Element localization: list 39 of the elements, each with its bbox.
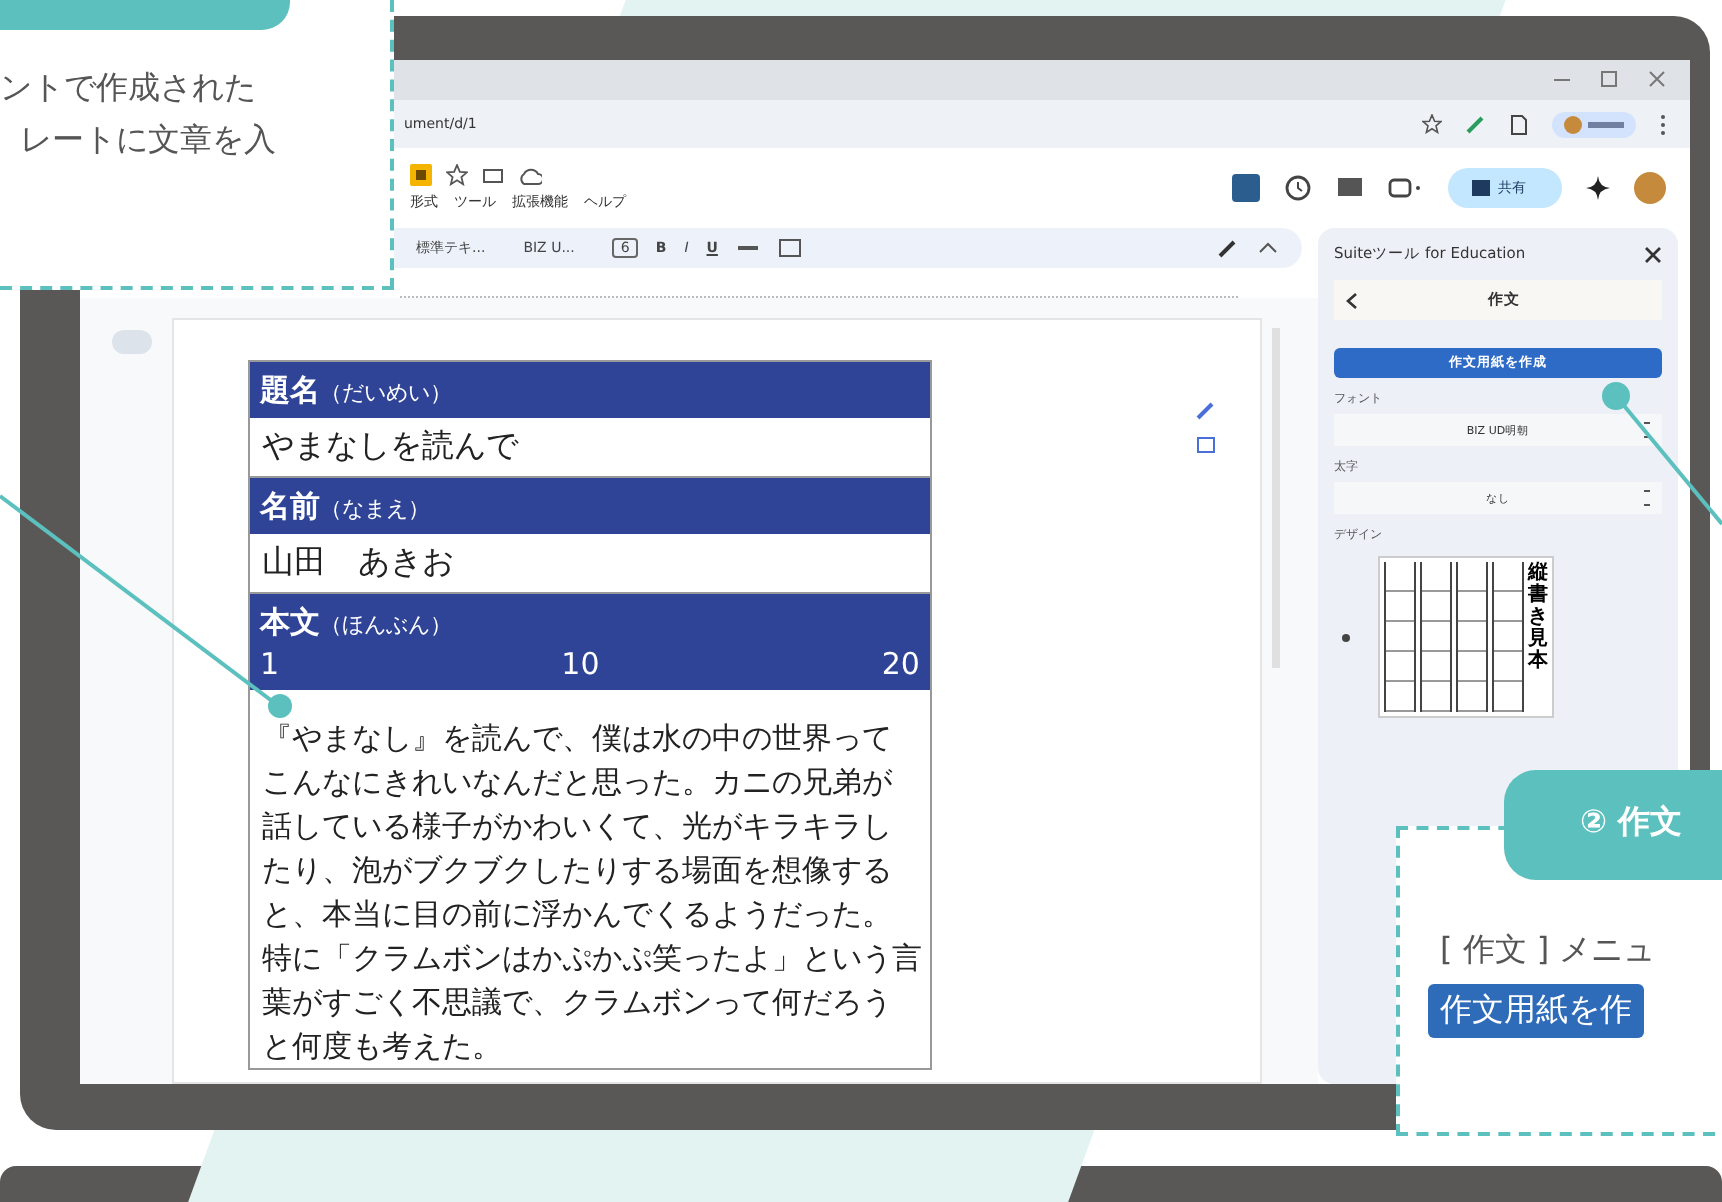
comment-icon[interactable] <box>1196 436 1216 456</box>
column-number: 1 <box>260 646 280 682</box>
sparkle-icon[interactable] <box>1586 176 1610 200</box>
collapse-icon[interactable] <box>1258 240 1278 256</box>
column-number: 10 <box>561 646 600 682</box>
leader-line <box>1602 382 1722 526</box>
kebab-menu-icon[interactable] <box>1660 113 1666 135</box>
preview-text: 縦書き見本 <box>1528 562 1548 676</box>
pencil-icon[interactable] <box>1216 236 1240 260</box>
back-icon[interactable] <box>1346 291 1358 309</box>
design-preview[interactable]: 縦書き見本 <box>1378 556 1554 718</box>
section-heading: 名前 <box>260 488 320 524</box>
pen-icon[interactable] <box>1466 114 1486 134</box>
camera-icon[interactable] <box>1388 176 1424 200</box>
image-icon[interactable] <box>777 236 802 260</box>
close-icon[interactable] <box>1644 245 1662 263</box>
highlighted-label: 作文用紙を作 <box>1428 984 1644 1038</box>
comment-icon[interactable] <box>1336 176 1364 200</box>
heading-reading: （なまえ） <box>320 496 430 522</box>
heading-reading: （だいめい） <box>320 380 452 406</box>
avatar[interactable] <box>1634 172 1666 204</box>
heading-reading: （ほんぶん） <box>320 612 452 638</box>
folder-icon[interactable] <box>410 164 432 186</box>
star-icon[interactable] <box>446 164 468 186</box>
cloud-icon[interactable] <box>518 165 542 185</box>
folder-icon <box>1472 180 1490 196</box>
essay-text: 『やまなし』を読んで、僕は水の中の世界って こんなにきれいなんだと思った。カニの兄弟が 話している様子がかわいくて、光がキラキラし たり、泡がブクブクしたりする場面を想像する と、本当に目の前に浮かんでくるようだった。 特に「クラムボンはかぷかぷ笑ったよ」という言 葉がすごく不思議で、クラムボンって何だろう と何度も考えた。 <box>260 718 924 1068</box>
window-controls-icon[interactable] <box>1550 70 1670 90</box>
document-icon[interactable] <box>1510 113 1528 135</box>
star-icon[interactable] <box>1422 114 1442 134</box>
move-folder-icon[interactable] <box>482 164 504 186</box>
history-icon[interactable] <box>1284 174 1312 202</box>
profile-button[interactable] <box>1552 111 1636 137</box>
radio-dot[interactable] <box>1342 633 1350 641</box>
section-heading: 本文 <box>260 604 320 640</box>
column-number: 20 <box>881 646 920 682</box>
edit-icon[interactable] <box>1196 400 1216 420</box>
section-heading: 題名 <box>260 372 320 408</box>
callout-text: [ 作文 ] メニュ <box>1440 930 1658 972</box>
